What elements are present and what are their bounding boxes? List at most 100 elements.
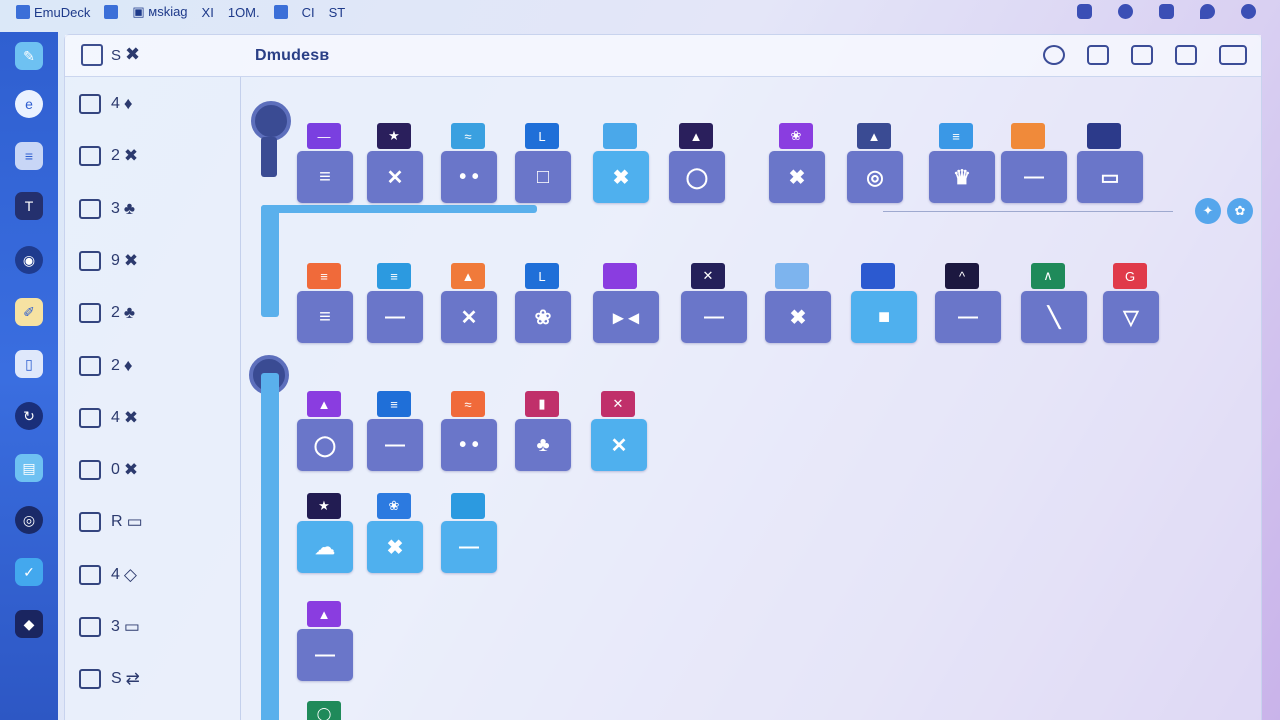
emulator-tile[interactable]: ✕ bbox=[441, 291, 497, 343]
topbar-item-gamepad[interactable] bbox=[104, 5, 119, 19]
topbar-item-grid[interactable]: ▣ мskiag bbox=[132, 4, 187, 20]
pencil-icon[interactable]: ✐ bbox=[15, 298, 43, 326]
sidebar-item[interactable]: R ▭ bbox=[79, 507, 143, 537]
topbar-item-10m[interactable]: 1OM. bbox=[228, 5, 260, 20]
system-icon bbox=[79, 355, 101, 376]
emulator-tile[interactable]: ■ bbox=[851, 291, 917, 343]
emulator-tile[interactable]: — bbox=[367, 419, 423, 471]
notification-icon[interactable] bbox=[1200, 4, 1215, 19]
sidebar-item[interactable]: 4 ✖ bbox=[79, 403, 138, 433]
emulator-tile[interactable]: ✖ bbox=[367, 521, 423, 573]
disc-icon[interactable]: ◎ bbox=[15, 506, 43, 534]
power-icon[interactable] bbox=[1241, 4, 1256, 19]
app-dock: ✎ e ≡ T ◉ ✐ ▯ ↻ ▤ ◎ ✓ ◆ bbox=[0, 32, 58, 720]
library-icon[interactable] bbox=[81, 44, 103, 66]
home-icon[interactable] bbox=[1131, 45, 1153, 65]
emulator-tile[interactable]: ◎ bbox=[847, 151, 903, 203]
sidebar-item-icon: ▭ bbox=[123, 617, 140, 636]
sidebar-item[interactable]: S ⇄ bbox=[79, 664, 140, 694]
emulator-tile[interactable]: ✖ bbox=[765, 291, 831, 343]
emulator-tile[interactable]: ❀ bbox=[515, 291, 571, 343]
sidebar-item-icon: ✖ bbox=[123, 146, 139, 166]
window-toggle-icon[interactable] bbox=[1219, 45, 1247, 65]
emulator-tile[interactable]: — bbox=[367, 291, 423, 343]
grid-view-icon[interactable] bbox=[1175, 45, 1197, 65]
emulator-tile[interactable]: — bbox=[681, 291, 747, 343]
sidebar-item-icon: ♦ bbox=[123, 94, 133, 113]
emulator-tile[interactable]: • • bbox=[441, 151, 497, 203]
add-connection-button[interactable]: ✦ bbox=[1195, 198, 1221, 224]
emulator-tile[interactable]: ✕ bbox=[367, 151, 423, 203]
sidebar-item-icon: ✖ bbox=[123, 250, 139, 270]
emulator-tile[interactable]: ✕ bbox=[591, 419, 647, 471]
close-icon[interactable]: ✖ bbox=[125, 44, 140, 65]
sidebar-item-icon: ⇄ bbox=[125, 669, 140, 689]
topbar-item-xi[interactable]: XI bbox=[202, 5, 214, 20]
emulator-tab-icon: ∧ bbox=[1031, 263, 1065, 289]
emulator-tile[interactable]: — bbox=[297, 629, 353, 681]
emulator-grid: ✦ ✿ — ≡ ★ ✕ ≈ • • L □ ✖ ▲ ◯ ❀ ✖ ▲ ◎ ≡ ♛ — ▭ ≡ ≡ ≡ — ▲ ✕ L ❀ ▸ ◂ ✕ — ✖ ■… bbox=[243, 77, 1261, 720]
sidebar-item[interactable]: 4 ♦ bbox=[79, 89, 133, 119]
emulator-tile[interactable]: ≡ bbox=[297, 151, 353, 203]
window-title: Dmudesв bbox=[255, 47, 330, 64]
emulator-tab-icon: ▲ bbox=[307, 391, 341, 417]
emulator-tile[interactable]: ✖ bbox=[769, 151, 825, 203]
sidebar-item[interactable]: 2 ♣ bbox=[79, 298, 135, 328]
brush-icon[interactable]: ✎ bbox=[15, 42, 43, 70]
topbar-item-st[interactable]: ST bbox=[329, 5, 346, 20]
emulator-tile[interactable]: ☁ bbox=[297, 521, 353, 573]
emulator-tile[interactable]: ◯ bbox=[297, 419, 353, 471]
topbar-item-controller[interactable] bbox=[273, 5, 288, 19]
edge-browser-icon[interactable]: e bbox=[15, 90, 43, 118]
shield-icon[interactable]: ◆ bbox=[15, 610, 43, 638]
sidebar-item[interactable]: 2 ✖ bbox=[79, 141, 138, 171]
emulator-tile[interactable]: — bbox=[1001, 151, 1067, 203]
emulator-tile[interactable]: ▭ bbox=[1077, 151, 1143, 203]
emulator-tile[interactable]: ◯ bbox=[669, 151, 725, 203]
sidebar-item[interactable]: 4 ◇ bbox=[79, 560, 137, 590]
settings-button[interactable]: ✿ bbox=[1227, 198, 1253, 224]
hammer-icon[interactable]: T bbox=[15, 192, 43, 220]
timeline-rail bbox=[261, 137, 277, 177]
sidebar-item-label: 4 bbox=[111, 565, 120, 583]
system-icon bbox=[79, 198, 101, 219]
sidebar-item[interactable]: 3 ▭ bbox=[79, 612, 140, 642]
sidebar-item[interactable]: 0 ✖ bbox=[79, 455, 138, 485]
search-icon[interactable] bbox=[1043, 45, 1065, 65]
settings-icon[interactable] bbox=[1118, 4, 1133, 19]
image-icon[interactable] bbox=[1087, 45, 1109, 65]
emulator-tile[interactable]: ▸ ◂ bbox=[593, 291, 659, 343]
steam-icon[interactable]: ◉ bbox=[15, 246, 43, 274]
emulator-tile[interactable]: ≡ bbox=[297, 291, 353, 343]
emulator-tile[interactable]: □ bbox=[515, 151, 571, 203]
timeline-node[interactable] bbox=[251, 101, 291, 141]
emulator-tab-icon: L bbox=[525, 263, 559, 289]
phone-icon[interactable]: ▯ bbox=[15, 350, 43, 378]
sidebar-item-icon: ✖ bbox=[123, 407, 139, 427]
emulator-tile[interactable]: — bbox=[441, 521, 497, 573]
emulator-tile[interactable]: ♛ bbox=[929, 151, 995, 203]
user-icon[interactable] bbox=[1159, 4, 1174, 19]
emulator-tile[interactable]: ▽ bbox=[1103, 291, 1159, 343]
sidebar-item[interactable]: 2 ♦ bbox=[79, 351, 133, 381]
emulator-tile[interactable]: • • bbox=[441, 419, 497, 471]
topbar-item-app[interactable]: EmuDeck bbox=[16, 5, 90, 20]
folder-icon[interactable]: ▤ bbox=[15, 454, 43, 482]
checkmark-icon[interactable]: ✓ bbox=[15, 558, 43, 586]
status-square-icon[interactable] bbox=[1077, 4, 1092, 19]
sidebar-item[interactable]: 3 ♣ bbox=[79, 194, 135, 224]
system-icon bbox=[79, 460, 101, 481]
sidebar-item-label: 2 bbox=[111, 356, 120, 374]
emulator-tile[interactable]: ✖ bbox=[593, 151, 649, 203]
sidebar-item[interactable]: 9 ✖ bbox=[79, 246, 138, 276]
sidebar-item-label: 2 bbox=[111, 147, 120, 165]
system-icon bbox=[79, 669, 101, 690]
emulator-tab-icon: ▲ bbox=[451, 263, 485, 289]
emulator-tile[interactable]: ♣ bbox=[515, 419, 571, 471]
emulator-tile[interactable]: — bbox=[935, 291, 1001, 343]
emulator-tab-icon bbox=[451, 493, 485, 519]
topbar-item-ci[interactable]: CI bbox=[302, 5, 315, 20]
storage-icon[interactable]: ≡ bbox=[15, 142, 43, 170]
emulator-tile[interactable]: ╲ bbox=[1021, 291, 1087, 343]
refresh-icon[interactable]: ↻ bbox=[15, 402, 43, 430]
